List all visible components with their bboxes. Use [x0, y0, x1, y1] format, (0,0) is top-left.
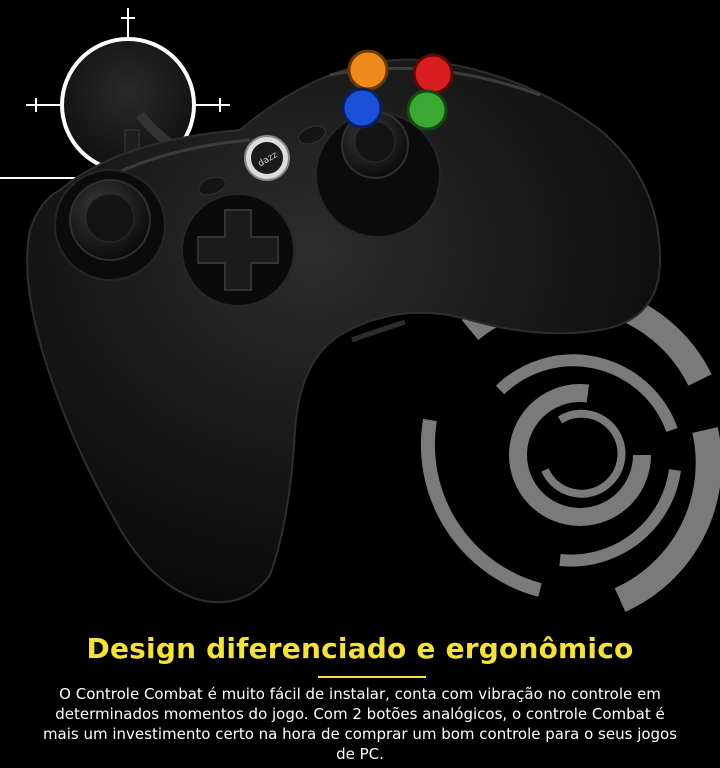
feature-description: O Controle Combat é muito fácil de insta…	[42, 685, 678, 763]
face-button-red	[412, 53, 454, 95]
concentric-rings-icon	[420, 282, 720, 612]
face-button-blue	[341, 87, 383, 129]
title-underline	[318, 676, 426, 678]
left-analog-stick	[54, 169, 166, 281]
ring-core	[541, 409, 626, 498]
right-analog-stick	[315, 111, 441, 238]
dpad	[181, 193, 295, 307]
guide-button: dazz	[244, 135, 290, 181]
face-button-orange	[347, 49, 389, 91]
face-button-green	[406, 89, 448, 131]
feature-title: Design diferenciado e ergonômico	[86, 632, 634, 665]
product-banner: dazz Design diferenciado e ergonômico O …	[0, 0, 720, 768]
